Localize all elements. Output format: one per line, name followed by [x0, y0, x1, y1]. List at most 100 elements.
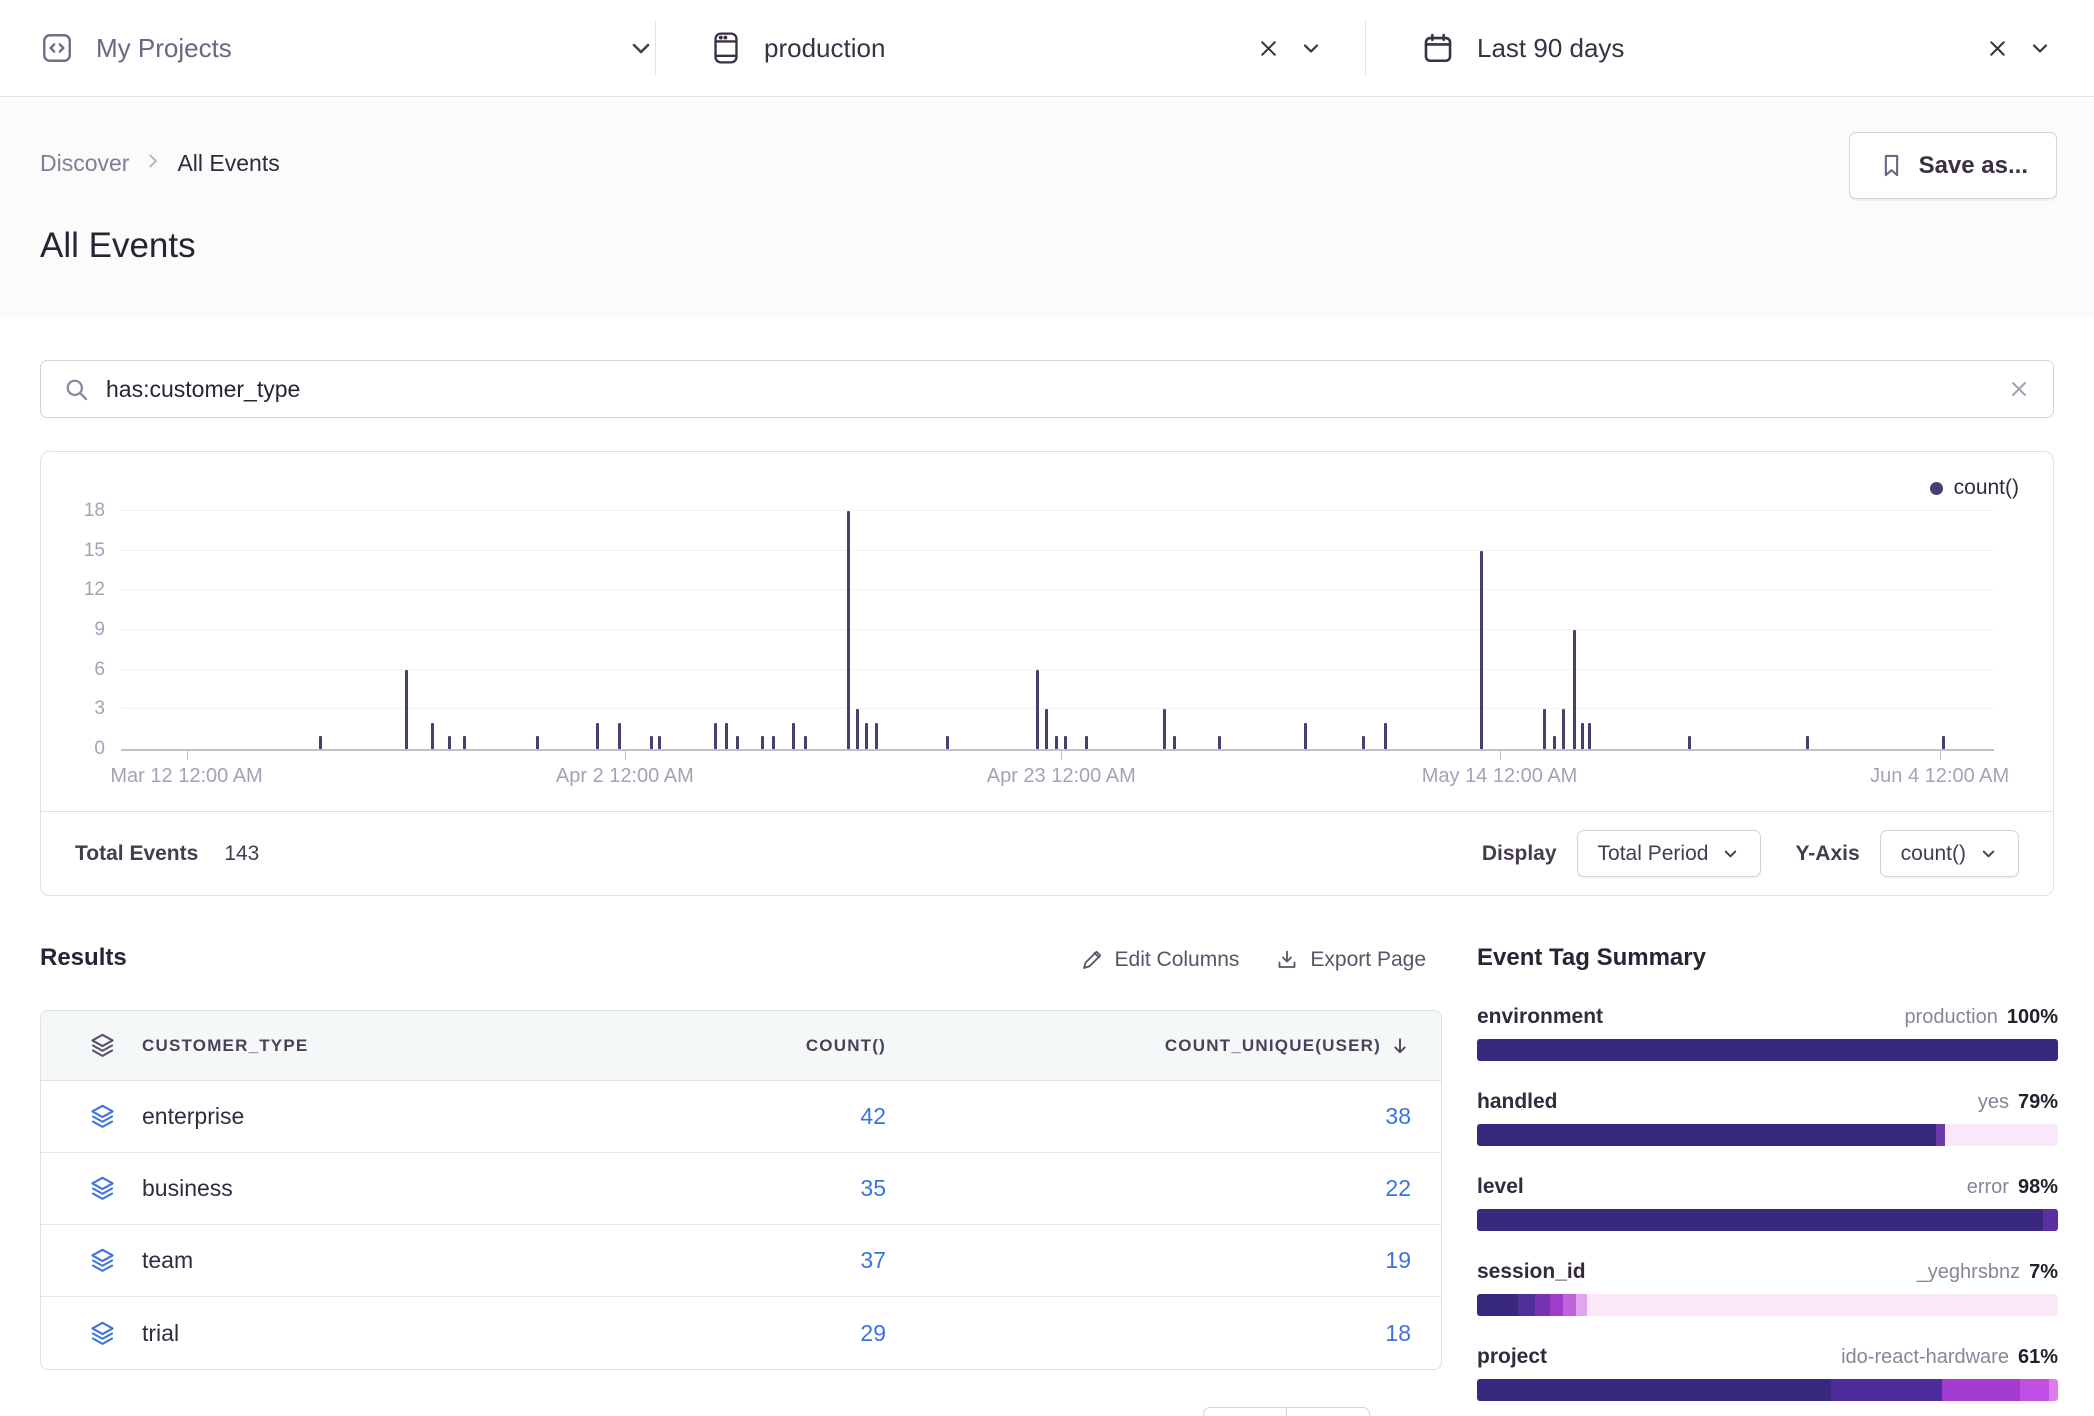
tag-bar-segment[interactable]	[2049, 1379, 2058, 1401]
column-header-label: COUNT_UNIQUE(USER)	[1165, 1036, 1381, 1056]
chart-plot[interactable]: 0369121518Mar 12 12:00 AMApr 2 12:00 AMA…	[121, 511, 1994, 749]
chart-bar	[1036, 670, 1039, 749]
tag-top-value: error98%	[1967, 1176, 2058, 1199]
tag-percentage: 100%	[2007, 1006, 2058, 1028]
chart-gridline	[121, 550, 1994, 551]
stack-icon	[89, 1032, 116, 1059]
next-page-button[interactable]	[1286, 1407, 1370, 1416]
count-unique-value-link[interactable]: 19	[886, 1247, 1441, 1274]
tag-top-value: yes 79%	[1978, 1091, 2058, 1114]
tag-percentage: 7%	[2029, 1261, 2058, 1283]
tag-percentage: 79%	[2018, 1091, 2058, 1113]
chart-bar	[1218, 736, 1221, 749]
tag-summary-row-header: handledyes79%	[1477, 1090, 2058, 1114]
count-value-link[interactable]: 35	[686, 1175, 886, 1202]
table-row[interactable]: team3719	[41, 1225, 1441, 1297]
environment-filter[interactable]: production	[656, 0, 1365, 96]
table-row[interactable]: enterprise 4238	[41, 1081, 1441, 1153]
tag-bar-segment[interactable]	[1477, 1209, 2043, 1231]
x-axis-tick-mark	[1500, 751, 1501, 760]
column-header-customer-type[interactable]: CUSTOMER_TYPE	[41, 1032, 686, 1059]
tag-bar-segment[interactable]	[1576, 1294, 1588, 1316]
customer-type-cell: team	[41, 1247, 686, 1274]
tag-bar-segment[interactable]	[1936, 1124, 1945, 1146]
tag-distribution-bar[interactable]	[1477, 1379, 2058, 1401]
tag-bar-segment[interactable]	[1831, 1379, 1941, 1401]
chart-bar	[1045, 709, 1048, 749]
tag-value: error	[1967, 1176, 2009, 1198]
tag-bar-segment[interactable]	[1477, 1294, 1518, 1316]
tag-bar-segment[interactable]	[1477, 1039, 2058, 1061]
column-header-count[interactable]: COUNT()	[686, 1036, 886, 1056]
chart-bar	[1543, 709, 1546, 749]
environment-chevron-down-icon[interactable]	[1299, 36, 1323, 60]
tag-bar-segment[interactable]	[1587, 1294, 2058, 1316]
display-dropdown[interactable]: Total Period	[1577, 830, 1762, 877]
tag-bar-segment[interactable]	[1535, 1294, 1550, 1316]
search-bar[interactable]	[40, 360, 2054, 418]
search-input[interactable]	[106, 376, 2007, 403]
breadcrumb: Discover All Events	[40, 150, 280, 177]
customer-type-cell: enterprise	[41, 1103, 686, 1130]
count-unique-value-link[interactable]: 38	[886, 1103, 1441, 1130]
chart-bar	[463, 736, 466, 749]
sort-descending-arrow-icon	[1389, 1035, 1411, 1057]
tag-bar-segment[interactable]	[1477, 1379, 1831, 1401]
y-axis-tick-label: 15	[47, 540, 105, 562]
results-table-body: enterprise 4238 business3522 team3719 tri…	[41, 1081, 1441, 1369]
edit-columns-button[interactable]: Edit Columns	[1080, 948, 1240, 972]
tag-bar-segment[interactable]	[1942, 1379, 2020, 1401]
tag-bar-segment[interactable]	[2043, 1209, 2058, 1231]
count-value-link[interactable]: 29	[686, 1320, 886, 1347]
tag-distribution-bar[interactable]	[1477, 1209, 2058, 1231]
projects-icon	[40, 31, 74, 65]
column-header-count-unique-user[interactable]: COUNT_UNIQUE(USER)	[886, 1035, 1441, 1057]
chart-gridline	[121, 510, 1994, 511]
y-axis-tick-label: 0	[47, 738, 105, 760]
previous-page-button[interactable]	[1203, 1407, 1287, 1416]
tag-bar-segment[interactable]	[1563, 1294, 1576, 1316]
tag-distribution-bar[interactable]	[1477, 1294, 2058, 1316]
total-events-value: 143	[224, 842, 259, 866]
chart-bar	[1588, 723, 1591, 749]
customer-type-value: trial	[142, 1320, 179, 1347]
count-unique-value-link[interactable]: 22	[886, 1175, 1441, 1202]
tag-bar-segment[interactable]	[1550, 1294, 1563, 1316]
chart-bar	[319, 736, 322, 749]
yaxis-dropdown[interactable]: count()	[1880, 830, 2019, 877]
search-clear-x-icon[interactable]	[2007, 377, 2031, 401]
count-value-link[interactable]: 37	[686, 1247, 886, 1274]
tag-value: yes	[1978, 1091, 2009, 1113]
breadcrumb-discover-link[interactable]: Discover	[40, 150, 129, 177]
tag-distribution-bar[interactable]	[1477, 1039, 2058, 1061]
customer-type-value: enterprise	[142, 1103, 244, 1130]
tag-bar-segment[interactable]	[1477, 1124, 1936, 1146]
project-filter-chevron-down-icon[interactable]	[627, 34, 655, 62]
tag-summary-row-header: levelerror98%	[1477, 1175, 2058, 1199]
date-clear-x-icon[interactable]	[1985, 36, 2010, 61]
date-chevron-down-icon[interactable]	[2028, 36, 2052, 60]
environment-clear-x-icon[interactable]	[1256, 36, 1281, 61]
date-range-filter[interactable]: Last 90 days	[1366, 0, 2094, 96]
chart-bar	[658, 736, 661, 749]
tag-distribution-bar[interactable]	[1477, 1124, 2058, 1146]
table-row[interactable]: trial 2918	[41, 1297, 1441, 1369]
tag-bar-segment[interactable]	[1518, 1294, 1535, 1316]
chart-gridline	[121, 708, 1994, 709]
count-unique-value-link[interactable]: 18	[886, 1320, 1441, 1347]
event-tag-summary: Event Tag Summary environmentproduction1…	[1477, 944, 2058, 1416]
chart-bar	[865, 723, 868, 749]
count-value-link[interactable]: 42	[686, 1103, 886, 1130]
export-page-button[interactable]: Export Page	[1275, 948, 1426, 972]
tag-bar-segment[interactable]	[1945, 1124, 2058, 1146]
x-axis-tick-mark	[187, 751, 188, 760]
display-dropdown-value: Total Period	[1598, 842, 1709, 866]
project-filter[interactable]: My Projects	[40, 0, 655, 96]
y-axis-tick-label: 12	[47, 579, 105, 601]
save-as-button[interactable]: Save as...	[1849, 132, 2057, 199]
chart-bar	[714, 723, 717, 749]
chart-bar	[772, 736, 775, 749]
tag-bar-segment[interactable]	[2020, 1379, 2049, 1401]
table-row[interactable]: business3522	[41, 1153, 1441, 1225]
chart-bar	[792, 723, 795, 749]
